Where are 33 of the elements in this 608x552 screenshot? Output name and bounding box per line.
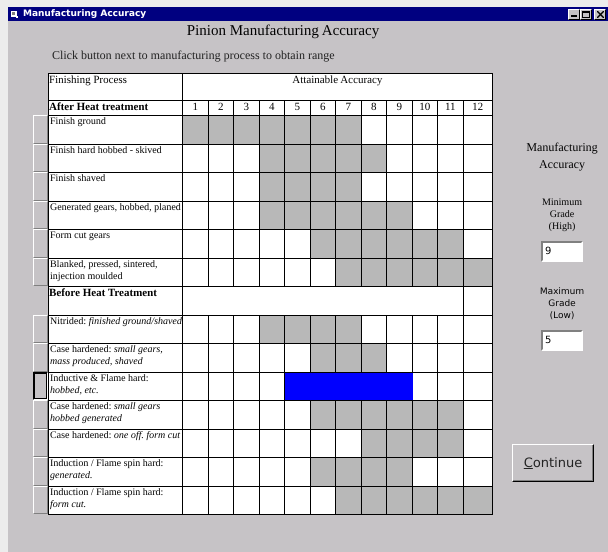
column-header: Finishing Process bbox=[48, 74, 182, 100]
process-name: Blanked, pressed, sintered, injection moulded bbox=[48, 258, 182, 286]
instruction-text: Click button next to manufacturing process to obtain range bbox=[52, 48, 336, 63]
process-name: Induction / Flame spin hard: form cut. bbox=[48, 486, 182, 514]
close-icon bbox=[596, 10, 604, 18]
section-heading: Before Heat Treatment bbox=[48, 286, 182, 315]
grade-input[interactable]: 5 bbox=[541, 330, 583, 351]
process-name: Finish ground bbox=[48, 116, 182, 144]
process-name: Case hardened: one off. form cut bbox=[48, 429, 182, 458]
page-heading: Pinion Manufacturing Accuracy bbox=[186, 23, 380, 40]
column-header: Attainable Accuracy bbox=[182, 74, 492, 100]
maximize-icon bbox=[582, 10, 590, 18]
process-name: Finish shaved bbox=[48, 172, 182, 201]
grade-input[interactable]: 9 bbox=[541, 241, 583, 262]
process-name: Generated gears, hobbed, planed bbox=[48, 201, 182, 230]
field-label: Minimum Grade (High) bbox=[540, 197, 583, 233]
close-button[interactable] bbox=[594, 8, 606, 20]
field-label: Maximum Grade (Low) bbox=[538, 286, 586, 322]
row-select-button[interactable] bbox=[33, 372, 48, 400]
process-name: Induction / Flame spin hard: generated. bbox=[48, 458, 182, 486]
minimize-button[interactable] bbox=[568, 8, 580, 20]
window-title: Manufacturing Accuracy bbox=[23, 9, 148, 19]
continue-button[interactable]: Continue bbox=[512, 444, 594, 482]
process-name: Finish hard hobbed - skived bbox=[48, 144, 182, 172]
maximize-button[interactable] bbox=[580, 8, 592, 20]
app-icon bbox=[10, 10, 19, 18]
process-name: Form cut gears bbox=[48, 230, 182, 258]
process-name: Case hardened: small gears, mass produced, shaved bbox=[48, 344, 182, 372]
section-heading: After Heat treatment bbox=[48, 100, 182, 116]
panel-title: Manufacturing Accuracy bbox=[525, 139, 599, 173]
process-name: Inductive & Flame hard: hobbed, etc. bbox=[48, 372, 182, 400]
process-name: Case hardened: small gears hobbed generated bbox=[48, 400, 182, 429]
process-name: Nitrided: finished ground/shaved bbox=[48, 315, 182, 344]
